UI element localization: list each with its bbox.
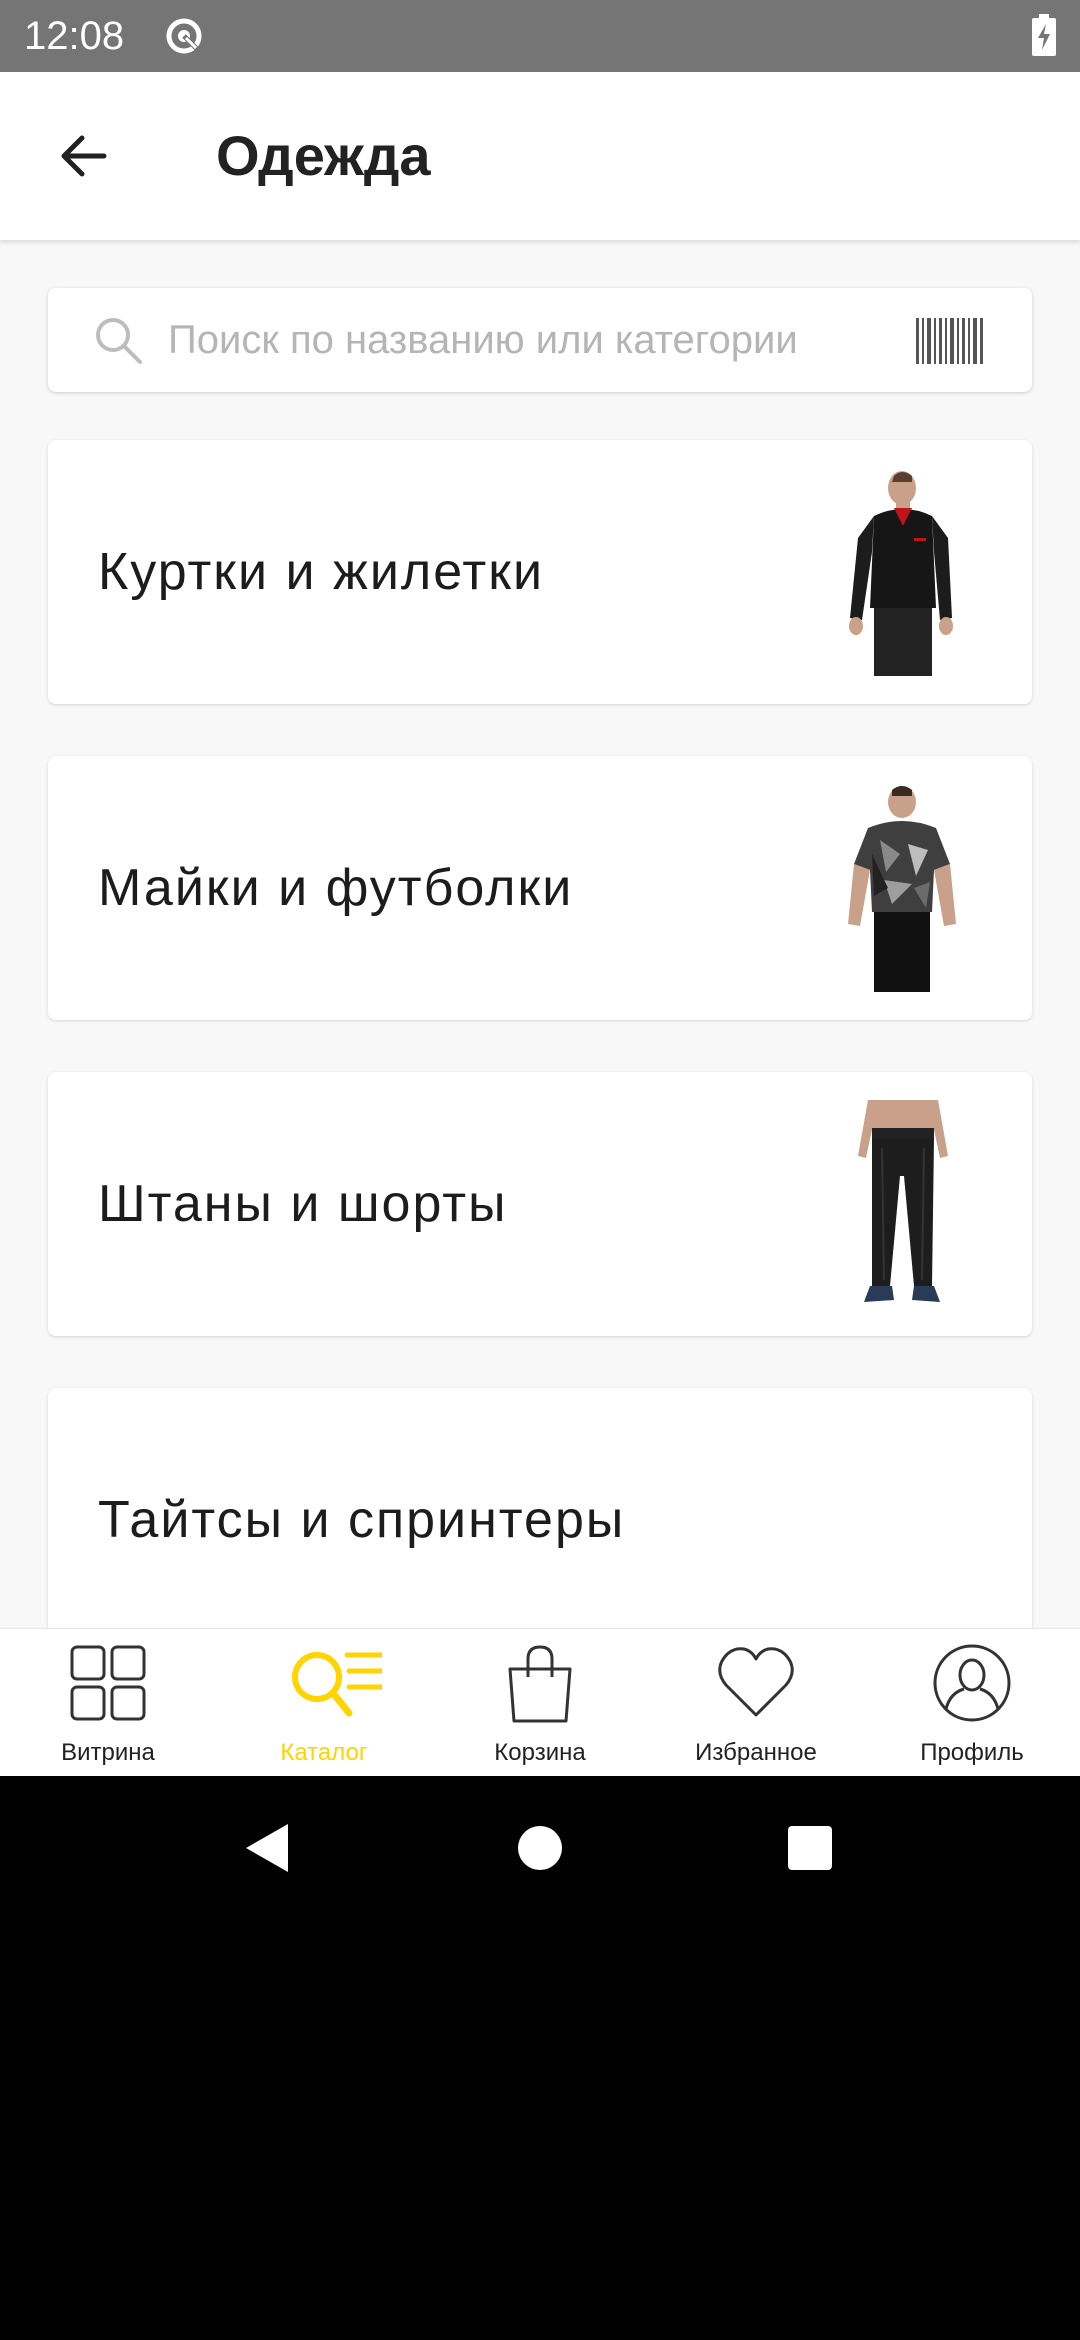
search-input[interactable]	[168, 288, 928, 392]
category-label: Куртки и жилетки	[98, 543, 545, 601]
search-icon	[96, 318, 142, 364]
search-bar	[48, 288, 1032, 392]
nav-item-profile[interactable]: Профиль	[864, 1629, 1080, 1777]
jacket-image	[849, 471, 953, 676]
category-card-tights[interactable]: Тайтсы и спринтеры	[48, 1388, 1032, 1628]
profile-icon	[933, 1644, 1011, 1722]
category-label: Майки и футболки	[98, 859, 574, 917]
home-circle-icon[interactable]	[504, 1812, 576, 1884]
nav-item-catalog[interactable]: Каталог	[216, 1629, 432, 1777]
app-bar: Одежда	[0, 72, 1080, 240]
grid-icon	[70, 1645, 146, 1721]
sync-icon	[166, 18, 202, 54]
nav-label: Профиль	[920, 1739, 1024, 1766]
category-label: Тайтсы и спринтеры	[98, 1491, 626, 1549]
battery-charging-icon	[1032, 14, 1056, 56]
nav-item-favorites[interactable]: Избранное	[648, 1629, 864, 1777]
pants-image	[858, 1100, 948, 1302]
system-navigation-bar	[0, 1776, 1080, 1920]
tshirt-image	[848, 786, 956, 992]
nav-label: Витрина	[61, 1739, 155, 1766]
category-card-pants[interactable]: Штаны и шорты	[48, 1072, 1032, 1336]
status-time: 12:08	[24, 14, 125, 58]
category-card-tshirts[interactable]: Майки и футболки	[48, 756, 1032, 1020]
back-triangle-icon[interactable]	[232, 1812, 304, 1884]
nav-item-cart[interactable]: Корзина	[432, 1629, 648, 1777]
nav-label: Каталог	[280, 1739, 368, 1766]
barcode-icon[interactable]	[916, 318, 984, 364]
screen: 12:08 Одежда Поиск по названию или катег…	[0, 0, 1080, 2340]
catalog-search-icon	[292, 1652, 382, 1717]
category-label: Штаны и шорты	[98, 1175, 508, 1233]
shopping-bag-icon	[508, 1645, 572, 1723]
nav-item-showcase[interactable]: Витрина	[0, 1629, 216, 1777]
bottom-navigation: Витрина Каталог Корзина Избранное Профил…	[0, 1628, 1080, 1776]
nav-label: Корзина	[494, 1739, 586, 1766]
page-title: Одежда	[216, 124, 431, 187]
heart-icon	[718, 1647, 794, 1717]
nav-label: Избранное	[695, 1739, 817, 1766]
catalog-content[interactable]: Куртки и жилетки Майки и футболки	[0, 240, 1080, 1628]
recents-square-icon[interactable]	[774, 1812, 846, 1884]
category-card-jackets[interactable]: Куртки и жилетки	[48, 440, 1032, 704]
back-button[interactable]	[44, 116, 124, 196]
status-bar: 12:08	[0, 0, 1080, 72]
arrow-left-icon	[61, 135, 107, 177]
